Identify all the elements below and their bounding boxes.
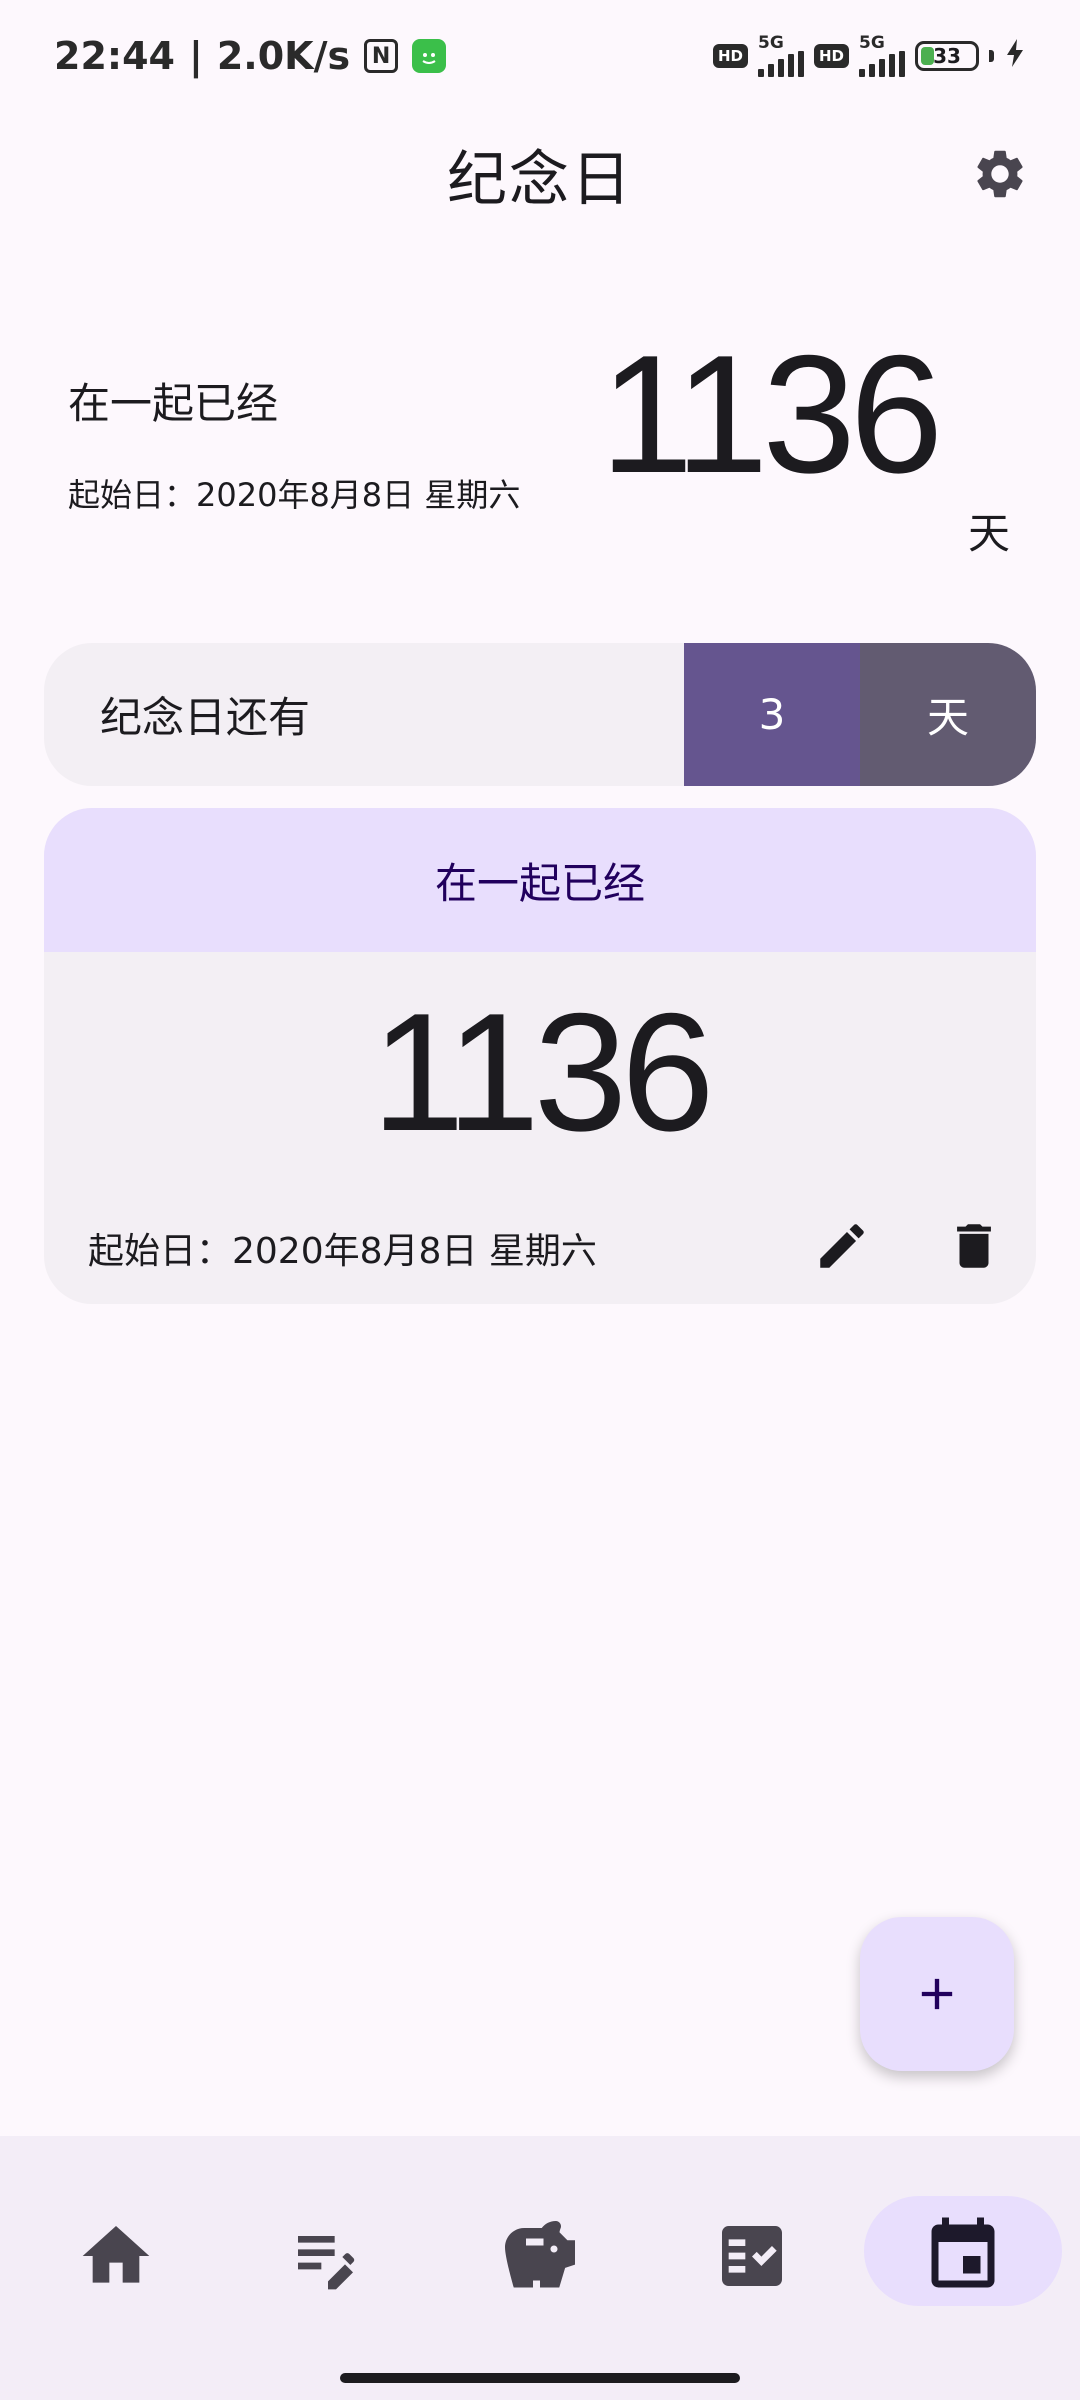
edit-button[interactable]	[804, 1208, 880, 1284]
add-anniversary-button[interactable]	[860, 1917, 1014, 2071]
nav-item-notes[interactable]	[268, 2196, 388, 2316]
app-notification-icon	[412, 39, 447, 73]
network-type-1: 5G	[757, 33, 784, 53]
nav-item-savings[interactable]	[480, 2196, 600, 2316]
countdown-value: 3	[684, 643, 860, 786]
page-title: 纪念日	[447, 144, 633, 215]
anniversary-card[interactable]: 在一起已经 1136 起始日：2020年8月8日 星期六	[44, 808, 1036, 1304]
status-bar: 22:44 | 2.0K/s N HD 5G HD 5G 33	[0, 0, 1080, 112]
status-left: 22:44 | 2.0K/s N	[54, 34, 447, 78]
pencil-icon	[820, 1224, 864, 1268]
network-speed: 2.0K/s	[216, 34, 351, 78]
calendar-icon	[931, 2217, 995, 2288]
screen: 22:44 | 2.0K/s N HD 5G HD 5G 33 纪念日 在一起已…	[0, 0, 1080, 2400]
countdown-label: 纪念日还有	[100, 693, 311, 742]
plus-icon	[921, 1978, 953, 2010]
hero-days-unit: 天	[968, 509, 1011, 558]
status-time: 22:44	[54, 34, 175, 78]
network-type-2: 5G	[859, 33, 885, 53]
status-right: HD 5G HD 5G 33	[712, 33, 1026, 77]
settings-button[interactable]	[968, 142, 1032, 206]
battery-icon: 33	[915, 41, 979, 71]
piggy-bank-icon	[505, 2221, 575, 2288]
trash-icon	[957, 1224, 991, 1268]
signal-2-icon: 5G	[859, 35, 905, 77]
countdown-unit: 天	[860, 643, 1036, 786]
nfc-icon: N	[364, 39, 399, 73]
checklist-icon	[722, 2226, 782, 2286]
hero-label: 在一起已经	[68, 379, 279, 428]
hd-badge-2: HD	[813, 44, 849, 68]
card-days-count: 1136	[371, 978, 714, 1166]
bottom-navigation	[0, 2136, 1080, 2400]
hero-start-date: 起始日：2020年8月8日 星期六	[68, 476, 521, 514]
home-indicator[interactable]	[340, 2373, 740, 2383]
home-icon	[82, 2226, 150, 2283]
hd-badge-1: HD	[712, 44, 748, 68]
hero-days-count: 1136	[600, 320, 943, 508]
app-bar: 纪念日	[0, 112, 1080, 236]
battery-nub	[989, 50, 994, 62]
signal-1-icon: 5G	[757, 33, 804, 77]
delete-button[interactable]	[936, 1208, 1012, 1284]
edit-list-icon	[298, 2236, 355, 2290]
nav-item-home[interactable]	[56, 2196, 176, 2316]
nav-item-anniversary[interactable]	[903, 2196, 1023, 2316]
status-separator: |	[188, 34, 203, 78]
card-header: 在一起已经	[44, 808, 1036, 952]
card-start-date: 起始日：2020年8月8日 星期六	[88, 1231, 597, 1272]
anniversary-countdown[interactable]: 纪念日还有 3 天	[44, 643, 1036, 786]
hero-summary: 在一起已经 起始日：2020年8月8日 星期六 1136 天	[0, 330, 1080, 570]
gear-icon	[977, 150, 1023, 198]
nav-item-tasks[interactable]	[692, 2196, 812, 2316]
charging-icon	[1004, 38, 1026, 75]
battery-level: 33	[933, 44, 961, 68]
